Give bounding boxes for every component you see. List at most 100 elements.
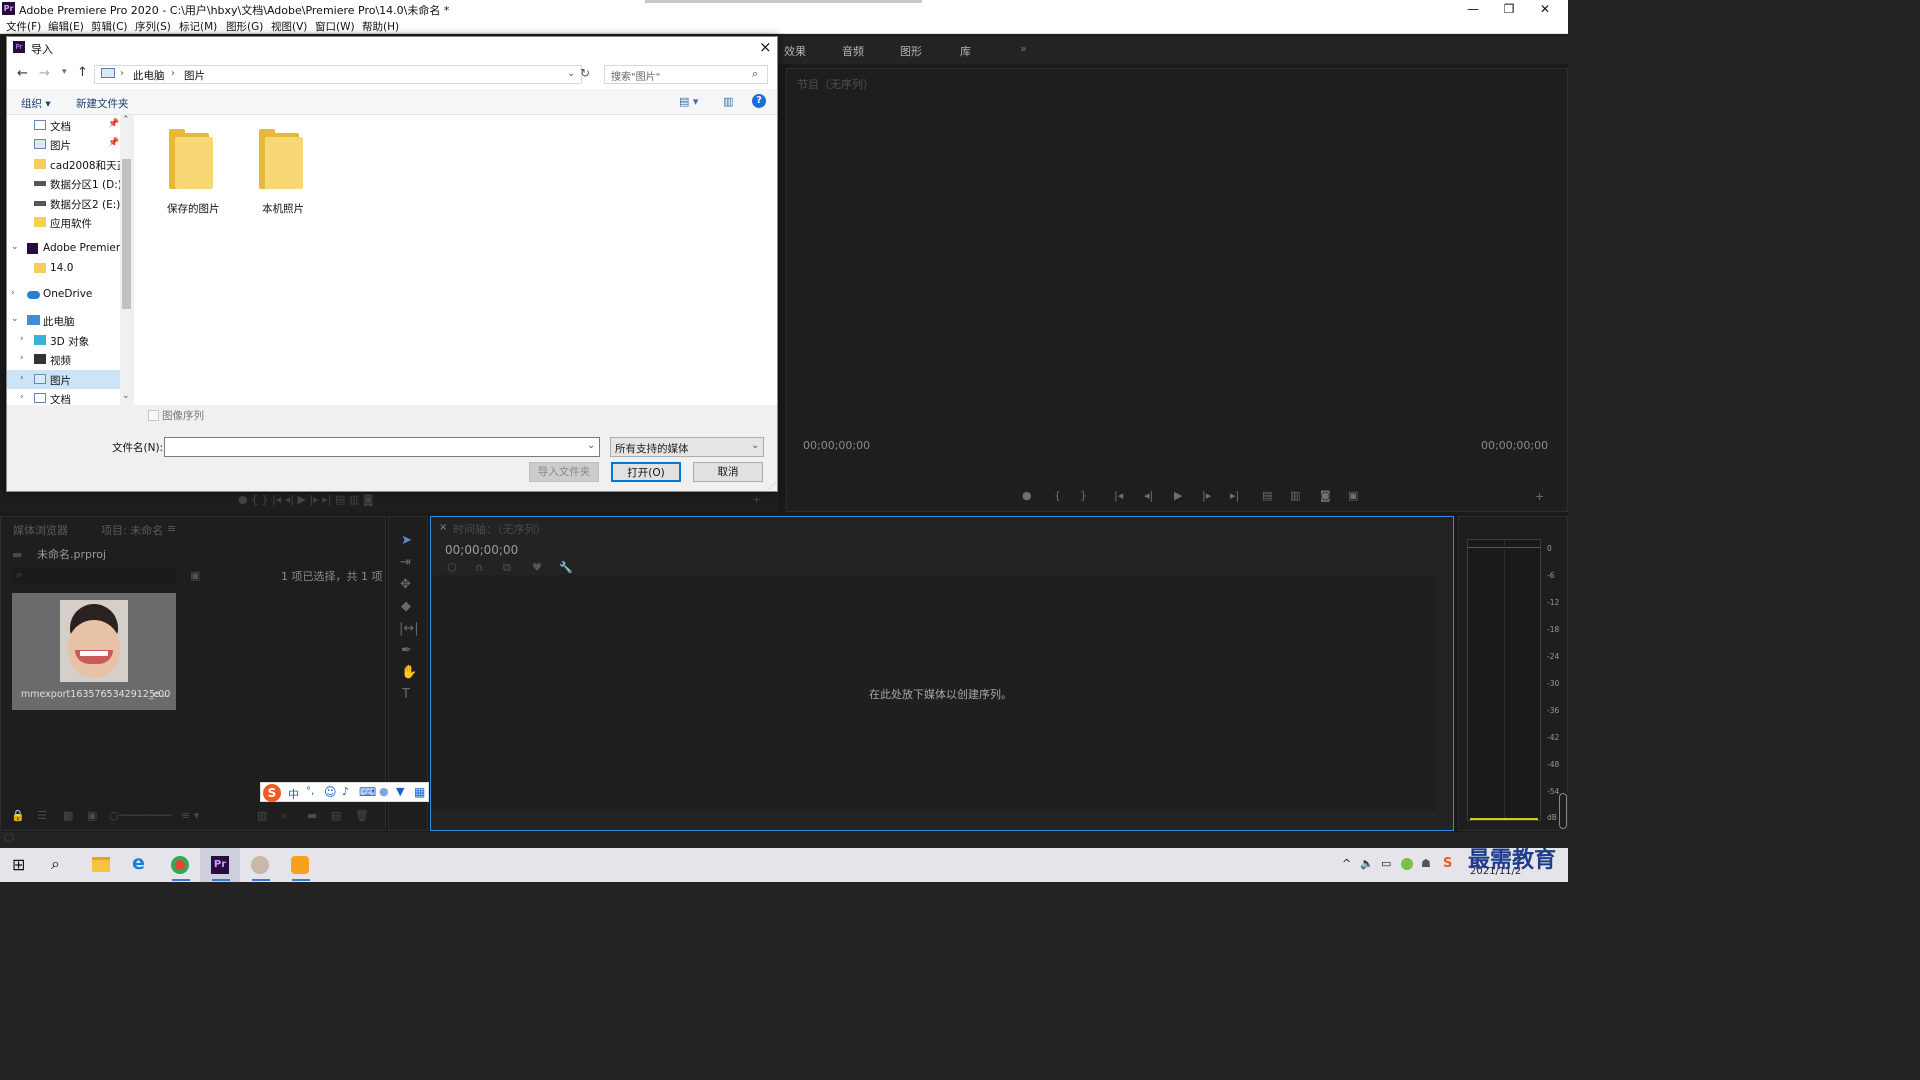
ime-keyboard-icon[interactable]: ⌨ [359, 785, 376, 799]
nav-item-pictures-selected[interactable]: › 图片 [7, 370, 120, 389]
ime-punctuation-toggle[interactable]: °, [306, 786, 314, 797]
lift-icon[interactable]: ▤ [1262, 489, 1272, 502]
track-select-tool-icon[interactable]: ⇥ [400, 555, 411, 570]
tree-scrollbar[interactable]: ⌃ ⌄ [120, 115, 134, 405]
ime-voice-icon[interactable]: ♪ [342, 785, 349, 798]
timeline-close-icon[interactable]: × [439, 522, 447, 533]
automate-icon[interactable]: ▥ [257, 809, 267, 822]
nav-item-videos[interactable]: › 视频 [7, 350, 120, 369]
list-view-icon[interactable]: ☰ [37, 809, 47, 822]
network-icon[interactable]: ▭ [1381, 857, 1391, 870]
nest-icon[interactable]: ⬡ [447, 561, 457, 574]
selection-tool-icon[interactable]: ➤ [401, 533, 412, 548]
folder-saved-pictures[interactable]: 保存的图片 [167, 201, 220, 216]
menu-window[interactable]: 窗口(W) [315, 19, 355, 34]
open-button[interactable]: 打开(O) [611, 462, 681, 482]
step-forward-icon[interactable]: |▸ [1202, 489, 1211, 502]
forward-arrow-icon[interactable]: → [39, 66, 50, 81]
scroll-up-icon[interactable]: ⌃ [122, 115, 130, 125]
meter-solo-button[interactable] [1559, 793, 1567, 829]
nav-item-cad2008[interactable]: cad2008和天正 [7, 155, 120, 174]
filetype-select[interactable]: 所有支持的媒体 ⌄ [610, 437, 764, 457]
extract-icon[interactable]: ▥ [1290, 489, 1300, 502]
ime-skin-icon[interactable]: ▼ [396, 785, 404, 798]
file-explorer-icon[interactable] [92, 857, 110, 872]
cancel-button[interactable]: 取消 [693, 462, 763, 482]
nav-item-pictures-pinned[interactable]: 图片 📌 [7, 135, 120, 154]
linked-selection-icon[interactable]: ⧉ [503, 561, 511, 575]
refresh-icon[interactable]: ↻ [580, 66, 590, 80]
folder-icon[interactable] [166, 129, 214, 189]
dialog-close-icon[interactable]: × [759, 38, 772, 56]
scroll-thumb[interactable] [122, 159, 131, 309]
import-folder-button[interactable]: 导入文件夹 [529, 462, 599, 482]
source-add-icon[interactable]: + [752, 493, 761, 506]
slip-tool-icon[interactable]: |↔| [399, 621, 419, 636]
menu-marker[interactable]: 标记(M) [179, 19, 217, 34]
icon-view-icon[interactable]: ▦ [63, 809, 73, 822]
folder-camera-roll[interactable]: 本机照片 [262, 201, 304, 216]
panel-menu-icon[interactable]: ≡ [167, 522, 176, 535]
menu-clip[interactable]: 剪辑(C) [91, 19, 128, 34]
export-frame-icon[interactable]: ◙ [1320, 489, 1331, 502]
ime-toolbox-icon[interactable]: ▦ [414, 785, 425, 799]
nav-item-documents[interactable]: 文档 📌 [7, 116, 120, 135]
sort-icon[interactable]: ≡ ▾ [181, 809, 199, 822]
filetype-dropdown-icon[interactable]: ⌄ [751, 440, 759, 451]
nav-item-apps[interactable]: 应用软件 [7, 213, 120, 232]
up-arrow-icon[interactable]: ↑ [77, 65, 88, 80]
new-folder-button[interactable]: 新建文件夹 [76, 96, 129, 111]
search-input[interactable]: 搜索"图片" ⌕ [604, 65, 768, 84]
tray-chevron-icon[interactable]: ^ [1342, 857, 1351, 870]
photo-app-icon[interactable] [251, 856, 269, 874]
recent-locations-icon[interactable]: ▾ [62, 67, 67, 77]
compare-icon[interactable]: ▣ [1348, 489, 1358, 502]
find-icon[interactable]: ⌕ [281, 809, 287, 823]
add-button-icon[interactable]: + [1535, 490, 1544, 503]
tab-libraries[interactable]: 库 [960, 43, 971, 59]
project-search-input[interactable]: ⌕ [12, 567, 176, 584]
edge-icon[interactable]: e [132, 852, 145, 874]
ime-user-icon[interactable]: ● [379, 785, 389, 798]
mark-in-icon[interactable]: { [1054, 489, 1061, 502]
media-player-icon[interactable] [291, 856, 309, 874]
timeline-timecode[interactable]: 00;00;00;00 [445, 543, 518, 557]
add-marker-icon[interactable]: ● [1022, 489, 1032, 502]
new-bin-bottom-icon[interactable]: ▬ [307, 809, 317, 822]
chrome-icon[interactable] [171, 856, 189, 874]
type-tool-icon[interactable]: T [402, 687, 410, 702]
zoom-slider[interactable]: ○──────── [109, 809, 172, 822]
nav-item-adobe-premiere[interactable]: ⌄ Adobe Premiere [7, 239, 120, 258]
taskbar-premiere-active[interactable]: Pr [200, 848, 240, 882]
scroll-down-icon[interactable]: ⌄ [122, 391, 130, 401]
nav-item-documents-pc[interactable]: › 文档 [7, 389, 120, 405]
razor-tool-icon[interactable]: ◆ [401, 599, 411, 614]
breadcrumb-this-pc[interactable]: 此电脑 [133, 68, 165, 83]
menu-graphics[interactable]: 图形(G) [226, 19, 263, 34]
clip-thumbnail-card[interactable]: mmexport1635765342912_e... 5:00 [12, 593, 176, 710]
menu-edit[interactable]: 编辑(E) [48, 19, 84, 34]
volume-icon[interactable]: 🔈 [1360, 857, 1374, 870]
view-options-icon[interactable]: ▤ ▾ [679, 95, 698, 108]
nav-item-14[interactable]: 14.0 [7, 259, 120, 278]
nav-item-drive-d[interactable]: 数据分区1 (D:) [7, 174, 120, 193]
resize-grip-icon[interactable]: ⋰ [768, 481, 776, 490]
source-marker-icon[interactable]: ● { } |◂ ◂| ▶ |▸ ▸| ▤ ▥ ◙ [238, 493, 373, 506]
add-marker-timeline-icon[interactable]: ♥ [532, 561, 542, 574]
nav-item-this-pc[interactable]: ⌄ 此电脑 [7, 311, 120, 330]
search-icon[interactable]: ⌕ [752, 67, 758, 81]
tab-project[interactable]: 项目: 未命名 [101, 522, 163, 538]
windows-start-icon[interactable]: ⊞ [12, 855, 25, 874]
menu-file[interactable]: 文件(F) [6, 19, 41, 34]
nav-item-3d-objects[interactable]: › 3D 对象 [7, 331, 120, 350]
freeform-view-icon[interactable]: ▣ [87, 809, 97, 822]
folder-icon[interactable] [256, 129, 304, 189]
filename-dropdown-icon[interactable]: ⌄ [587, 440, 595, 451]
help-icon[interactable]: ? [752, 94, 766, 108]
go-to-in-icon[interactable]: |◂ [1114, 489, 1123, 502]
back-arrow-icon[interactable]: ← [17, 66, 28, 81]
tray-user-icon[interactable]: ☗ [1421, 857, 1431, 870]
trash-icon[interactable]: 🗑 [355, 809, 369, 822]
sogou-tray-icon[interactable]: S [1443, 856, 1452, 871]
tray-app-icon[interactable] [1401, 858, 1413, 870]
